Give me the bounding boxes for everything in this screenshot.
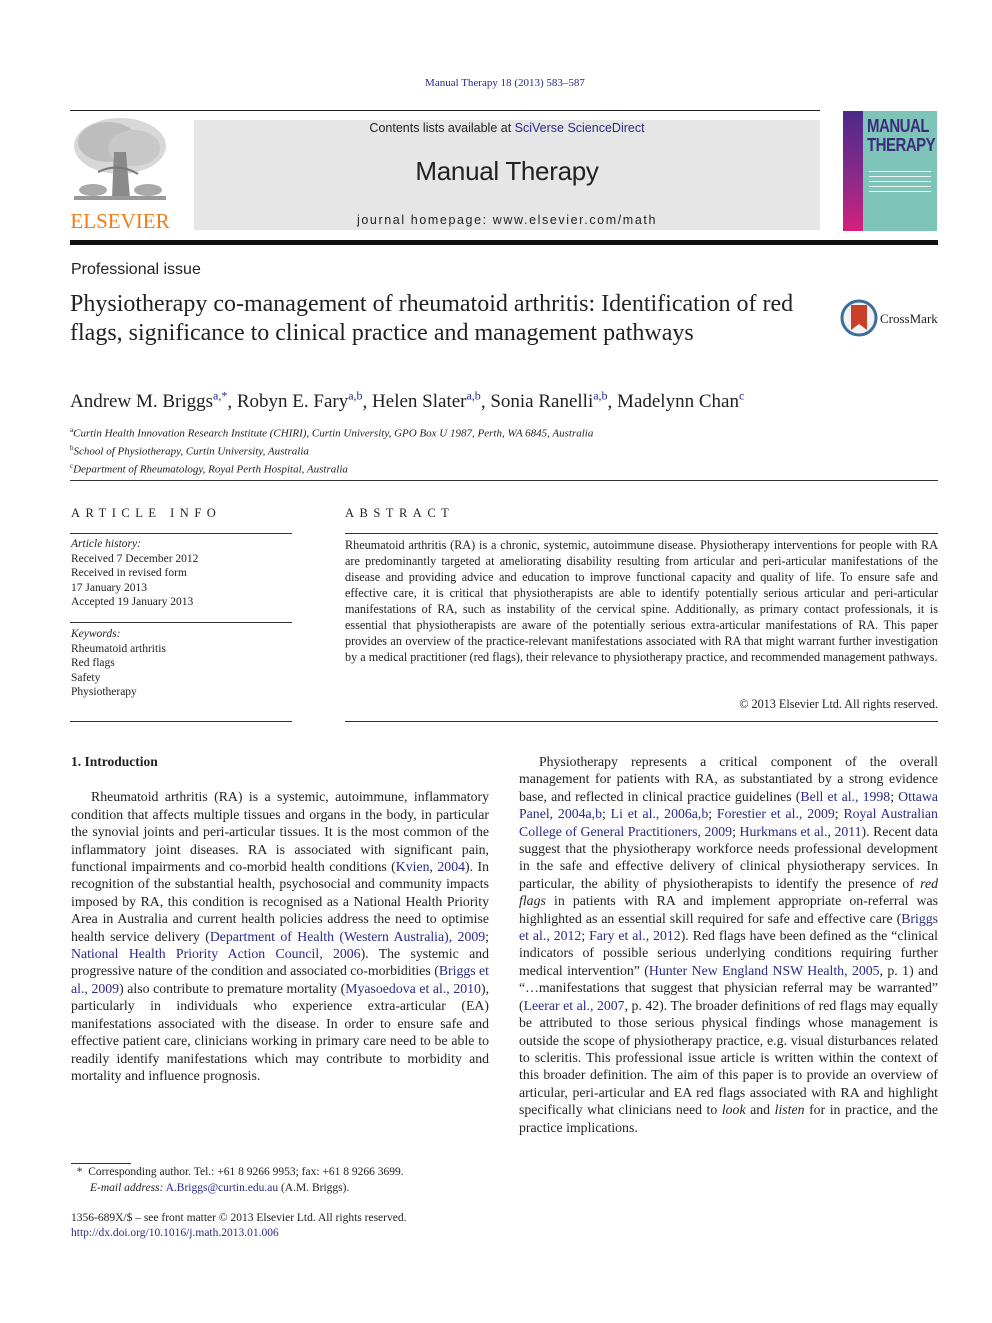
elsevier-wordmark: ELSEVIER: [70, 209, 170, 233]
email-note: E-mail address: A.Briggs@curtin.edu.au (…: [90, 1181, 350, 1194]
crossmark-button[interactable]: CrossMark: [840, 298, 940, 338]
header-rule: [70, 110, 820, 111]
doi-link[interactable]: http://dx.doi.org/10.1016/j.math.2013.01…: [71, 1227, 279, 1239]
citation-link[interactable]: Kvien, 2004: [396, 859, 465, 874]
author-list: Andrew M. Briggsa,*, Robyn E. Farya,b, H…: [70, 389, 745, 413]
crossmark-icon: [840, 299, 878, 337]
keywords: Keywords: Rheumatoid arthritis Red flags…: [71, 627, 166, 700]
abstract-heading: ABSTRACT: [345, 506, 455, 520]
divider: [345, 721, 938, 722]
citation-link[interactable]: Department of Health (Western Australia)…: [210, 929, 485, 944]
journal-citation-link[interactable]: Manual Therapy 18 (2013) 583–587: [0, 77, 992, 89]
author[interactable]: Madelynn Chanc: [617, 389, 744, 412]
contents-line: Contents lists available at SciVerse Sci…: [194, 121, 820, 135]
journal-cover-thumbnail[interactable]: MANUAL THERAPY: [843, 111, 937, 231]
cover-title: MANUAL THERAPY: [867, 115, 936, 156]
keyword: Physiotherapy: [71, 686, 137, 698]
affiliations: aCurtin Health Innovation Research Insti…: [70, 423, 593, 477]
elsevier-logo[interactable]: ELSEVIER: [68, 112, 172, 236]
article-title: Physiotherapy co-management of rheumatoi…: [70, 291, 794, 346]
body-paragraph: Rheumatoid arthritis (RA) is a systemic,…: [71, 789, 490, 1083]
history-item: Received in revised form: [71, 567, 187, 579]
emphasis-text: listen: [774, 1102, 805, 1118]
citation-link[interactable]: Forestier et al., 2009: [717, 806, 835, 821]
citation-link[interactable]: Hunter New England NSW Health, 2005: [649, 963, 880, 978]
cover-lines: [843, 167, 937, 192]
emphasis-text: look: [721, 1102, 746, 1118]
issn-block: 1356-689X/$ – see front matter © 2013 El…: [71, 1211, 406, 1240]
journal-name: Manual Therapy: [415, 156, 599, 186]
abstract-copyright: © 2013 Elsevier Ltd. All rights reserved…: [739, 697, 938, 711]
divider: [345, 533, 938, 534]
citation-link[interactable]: Myasoedova et al., 2010: [345, 981, 481, 996]
divider: [70, 533, 292, 534]
contents-prefix: Contents lists available at: [369, 121, 515, 135]
divider: [70, 480, 938, 481]
body-column-left: 1. Introduction Rheumatoid arthritis (RA…: [71, 753, 489, 1084]
crossmark-label: CrossMark: [880, 311, 938, 326]
citation-link[interactable]: Li et al., 2006a,b: [611, 806, 709, 821]
history-item: Received 7 December 2012: [71, 552, 199, 565]
citation-link[interactable]: Briggs et al., 2012: [519, 911, 938, 943]
footnote-rule: [71, 1163, 131, 1164]
journal-banner: Contents lists available at SciVerse Sci…: [194, 120, 820, 230]
citation-link[interactable]: National Health Priority Action Council,…: [71, 946, 361, 961]
affiliation: bSchool of Physiotherapy, Curtin Univers…: [70, 444, 309, 458]
author[interactable]: Sonia Ranellia,b: [490, 389, 607, 412]
email-link[interactable]: A.Briggs@curtin.edu.au: [166, 1182, 278, 1194]
divider: [70, 721, 292, 722]
issn-line: 1356-689X/$ – see front matter © 2013 El…: [71, 1212, 407, 1224]
section-heading-introduction: 1. Introduction: [71, 754, 158, 769]
keyword: Red flags: [71, 657, 115, 669]
keywords-label: Keywords:: [71, 628, 121, 640]
emphasis-text: red flags: [519, 875, 938, 909]
history-item: Accepted 19 January 2013: [71, 596, 194, 608]
divider: [70, 622, 292, 623]
affiliation: aCurtin Health Innovation Research Insti…: [70, 426, 594, 440]
citation-link[interactable]: Hurkmans et al., 2011: [739, 824, 861, 839]
abstract-text: Rheumatoid arthritis (RA) is a chronic, …: [345, 538, 938, 664]
author[interactable]: Robyn E. Farya,b: [237, 389, 363, 412]
section-type: Professional issue: [71, 261, 201, 278]
citation-link[interactable]: Leerar et al., 2007: [524, 998, 625, 1013]
body-column-right: Physiotherapy represents a critical comp…: [519, 753, 938, 1136]
body-paragraph: Physiotherapy represents a critical comp…: [519, 754, 939, 1135]
article-info-heading: ARTICLE INFO: [71, 506, 222, 520]
footnotes: * Corresponding author. Tel.: +61 8 9266…: [71, 1165, 404, 1196]
article-history: Article history: Received 7 December 201…: [71, 537, 198, 610]
history-item: 17 January 2013: [71, 581, 148, 594]
citation-link[interactable]: Bell et al., 1998: [800, 789, 890, 804]
sciencedirect-link[interactable]: SciVerse ScienceDirect: [515, 121, 645, 135]
citation-link[interactable]: Fary et al., 2012: [589, 928, 681, 943]
corresponding-author-note: * Corresponding author. Tel.: +61 8 9266…: [76, 1166, 404, 1178]
elsevier-tree-icon: [74, 118, 166, 200]
history-label: Article history:: [71, 538, 141, 550]
journal-homepage[interactable]: journal homepage: www.elsevier.com/math: [194, 213, 820, 227]
header-thick-rule: [70, 240, 938, 245]
affiliation: cDepartment of Rheumatology, Royal Perth…: [70, 462, 348, 476]
author[interactable]: Andrew M. Briggsa,*: [70, 389, 227, 412]
keyword: Rheumatoid arthritis: [71, 642, 166, 655]
author[interactable]: Helen Slatera,b: [372, 389, 481, 412]
keyword: Safety: [71, 671, 101, 684]
